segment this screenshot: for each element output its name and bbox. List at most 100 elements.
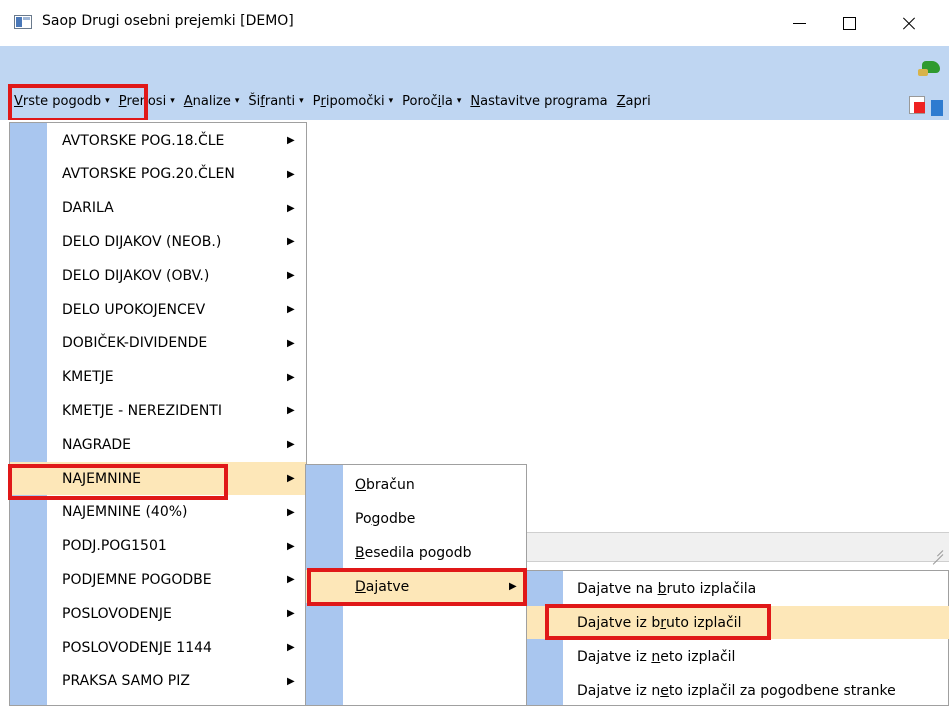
menu-zapri[interactable]: Zapri xyxy=(617,94,651,109)
menu-item-label: PRAKSA SAMO PIZ xyxy=(62,673,190,690)
label-part: bračun xyxy=(366,476,415,493)
label-part: ipomočki xyxy=(325,93,385,109)
dropdown-caret-icon: ▾ xyxy=(388,96,394,106)
menu-analize[interactable]: Analize ▾ xyxy=(184,94,240,109)
submenu-arrow-icon: ▶ xyxy=(287,642,295,653)
menu-item-label: POSLOVODENJE xyxy=(62,605,172,622)
menu-item-label: AVTORSKE POG.20.ČLEN xyxy=(62,166,235,183)
menu-item-label: POSLOVODENJE 1144 xyxy=(62,639,212,656)
menu-item-najemnine-40[interactable]: NAJEMNINE (40%) ▶ xyxy=(10,496,306,529)
menu-item-label: Dajatve iz neto izplačil xyxy=(577,649,735,665)
menu-item-label: Dajatve na bruto izplačila xyxy=(577,581,756,597)
menu-item-darila[interactable]: DARILA ▶ xyxy=(10,192,306,225)
label-part: apri xyxy=(625,93,651,109)
menu-item-label: Besedila pogodb xyxy=(355,545,472,561)
label-part: ranti xyxy=(264,93,296,109)
label-part: eto izplačil xyxy=(660,648,736,665)
mnemonic-letter: n xyxy=(651,648,661,665)
submenu-item-obracun[interactable]: Obračun xyxy=(306,468,526,501)
menu-item-dobicek-dividende[interactable]: DOBIČEK-DIVIDENDE ▶ xyxy=(10,327,306,360)
dropdown-caret-icon: ▾ xyxy=(170,96,175,106)
submenu-arrow-icon: ▶ xyxy=(287,506,295,518)
submenu-arrow-icon: ▶ xyxy=(287,270,295,282)
menu-item-delo-upokojencev[interactable]: DELO UPOKOJENCEV ▶ xyxy=(10,293,306,326)
submenu-arrow-icon: ▶ xyxy=(287,168,295,180)
menu-item-kmetje[interactable]: KMETJE ▶ xyxy=(10,361,306,394)
menu-item-podj-pog1501[interactable]: PODJ.POG1501 ▶ xyxy=(10,530,306,563)
submenu-item-dajatve[interactable]: Dajatve ▶ xyxy=(306,570,526,603)
mnemonic-letter: O xyxy=(355,476,367,493)
user-help-icon[interactable] xyxy=(916,57,942,79)
menu-item-kmetje-nerezidenti[interactable]: KMETJE - NEREZIDENTI ▶ xyxy=(10,394,306,427)
menu-item-label: DARILA xyxy=(62,200,114,217)
label-part: astavitve programa xyxy=(480,93,608,109)
menu-item-poslovodenje[interactable]: POSLOVODENJE ▶ xyxy=(10,597,306,630)
menu-item-podjemne-pogodbe[interactable]: PODJEMNE POGODBE ▶ xyxy=(10,563,306,596)
submenu-arrow-icon: ▶ xyxy=(509,581,517,592)
dropdown-caret-icon: ▾ xyxy=(299,96,304,106)
menu-pripomocki[interactable]: Pr ipomočki ▾ xyxy=(313,94,393,109)
submenu-item-pogodbe[interactable]: Pogodbe xyxy=(306,502,526,535)
label-part: to izplačil za pogodbene stranke xyxy=(668,682,896,699)
label-part: nalize xyxy=(192,93,231,109)
dropdown-caret-icon: ▾ xyxy=(234,96,240,106)
menu-item-najemnine[interactable]: NAJEMNINE ▶ xyxy=(10,462,306,495)
label-part: Poroč xyxy=(402,93,438,109)
label-part: ajatve xyxy=(365,578,410,595)
submenu-arrow-icon: ▶ xyxy=(287,371,295,383)
menu-sifranti[interactable]: Ši f ranti ▾ xyxy=(248,94,303,109)
submenu-arrow-icon: ▶ xyxy=(287,405,295,417)
menu-nastavitve-programa[interactable]: Nastavitve programa xyxy=(470,94,607,109)
submenu-item-dajatve-iz-neto-izplacil[interactable]: Dajatve iz neto izplačil xyxy=(527,640,949,673)
menu-item-label: AVTORSKE POG.18.ČLE xyxy=(62,132,225,149)
submenu-item-dajatve-na-bruto-izplacila[interactable]: Dajatve na bruto izplačila xyxy=(527,572,949,605)
menu-item-label: DELO UPOKOJENCEV xyxy=(62,301,206,318)
close-document-icon[interactable] xyxy=(909,96,925,114)
menu-item-delo-dijakov-neob[interactable]: DELO DIJAKOV (NEOB.) ▶ xyxy=(10,225,306,258)
submenu-arrow-icon: ▶ xyxy=(287,304,295,315)
menu-item-label: KMETJE xyxy=(62,369,114,386)
mnemonic-letter: B xyxy=(355,544,365,561)
submenu-arrow-icon: ▶ xyxy=(287,439,295,451)
menu-porocila[interactable]: Poroč i la ▾ xyxy=(402,94,461,109)
label-part: Dajatve na xyxy=(577,580,658,597)
menu-item-label: Dajatve iz neto izplačil za pogodbene st… xyxy=(577,683,896,699)
menu-item-praksa-samo-piz[interactable]: PRAKSA SAMO PIZ ▶ xyxy=(10,665,306,698)
label-part: uto izplačil xyxy=(666,614,742,631)
menu-item-delo-dijakov-obv[interactable]: DELO DIJAKOV (OBV.) ▶ xyxy=(10,259,306,292)
highlight-box-vrste-pogodb xyxy=(8,84,148,122)
label-part: esedila pogodb xyxy=(364,544,472,561)
label-part: Dajatve iz b xyxy=(577,614,661,631)
menu-item-label: Obračun xyxy=(355,477,415,493)
label-part: Dajatve iz n xyxy=(577,682,661,699)
menu-item-avtorske-pog-20-clen[interactable]: AVTORSKE POG.20.ČLEN ▶ xyxy=(10,158,306,191)
submenu-arrow-icon: ▶ xyxy=(287,540,295,552)
submenu-arrow-icon: ▶ xyxy=(287,473,295,484)
menu-item-poslovodenje-1144[interactable]: POSLOVODENJE 1144 ▶ xyxy=(10,631,306,664)
submenu-arrow-icon: ▶ xyxy=(287,202,295,214)
label-part: la xyxy=(441,93,453,109)
menu-item-label: Pogodbe xyxy=(355,511,415,527)
mnemonic-letter: A xyxy=(183,93,193,109)
dajatve-submenu: Dajatve na bruto izplačila Dajatve iz bru… xyxy=(526,570,949,706)
minimize-button[interactable] xyxy=(775,0,823,46)
label-part: ruto izplačila xyxy=(666,580,757,597)
dropdown-caret-icon: ▾ xyxy=(456,96,462,106)
menu-item-avtorske-pog-18-cle[interactable]: AVTORSKE POG.18.ČLE ▶ xyxy=(10,124,306,157)
toolbar-overflow-icon[interactable] xyxy=(931,100,943,116)
submenu-item-dajatve-iz-neto-izplacil-za-pogodbene-stranke[interactable]: Dajatve iz neto izplačil za pogodbene st… xyxy=(527,674,949,706)
app-icon xyxy=(14,15,32,29)
mnemonic-letter: D xyxy=(355,578,366,595)
label-part: Dajatve iz xyxy=(577,648,652,665)
menu-item-label: PODJ.POG1501 xyxy=(62,538,167,555)
menu-item-nagrade[interactable]: NAGRADE ▶ xyxy=(10,428,306,461)
maximize-button[interactable] xyxy=(824,0,872,46)
submenu-item-besedila-pogodb[interactable]: Besedila pogodb xyxy=(306,536,526,569)
contract-types-menu: AVTORSKE POG.18.ČLE ▶ AVTORSKE POG.20.ČLEN… xyxy=(9,122,307,706)
menu-item-label: DOBIČEK-DIVIDENDE xyxy=(62,335,208,352)
close-button[interactable] xyxy=(883,0,931,46)
najemnine-submenu: Obračun Pogodbe Besedila pogodb Dajatve ▶ xyxy=(305,464,527,706)
resize-grip-icon[interactable] xyxy=(929,537,945,557)
label-part: Po xyxy=(355,510,372,527)
submenu-item-dajatve-iz-bruto-izplacil[interactable]: Dajatve iz bruto izplačil xyxy=(527,606,949,639)
